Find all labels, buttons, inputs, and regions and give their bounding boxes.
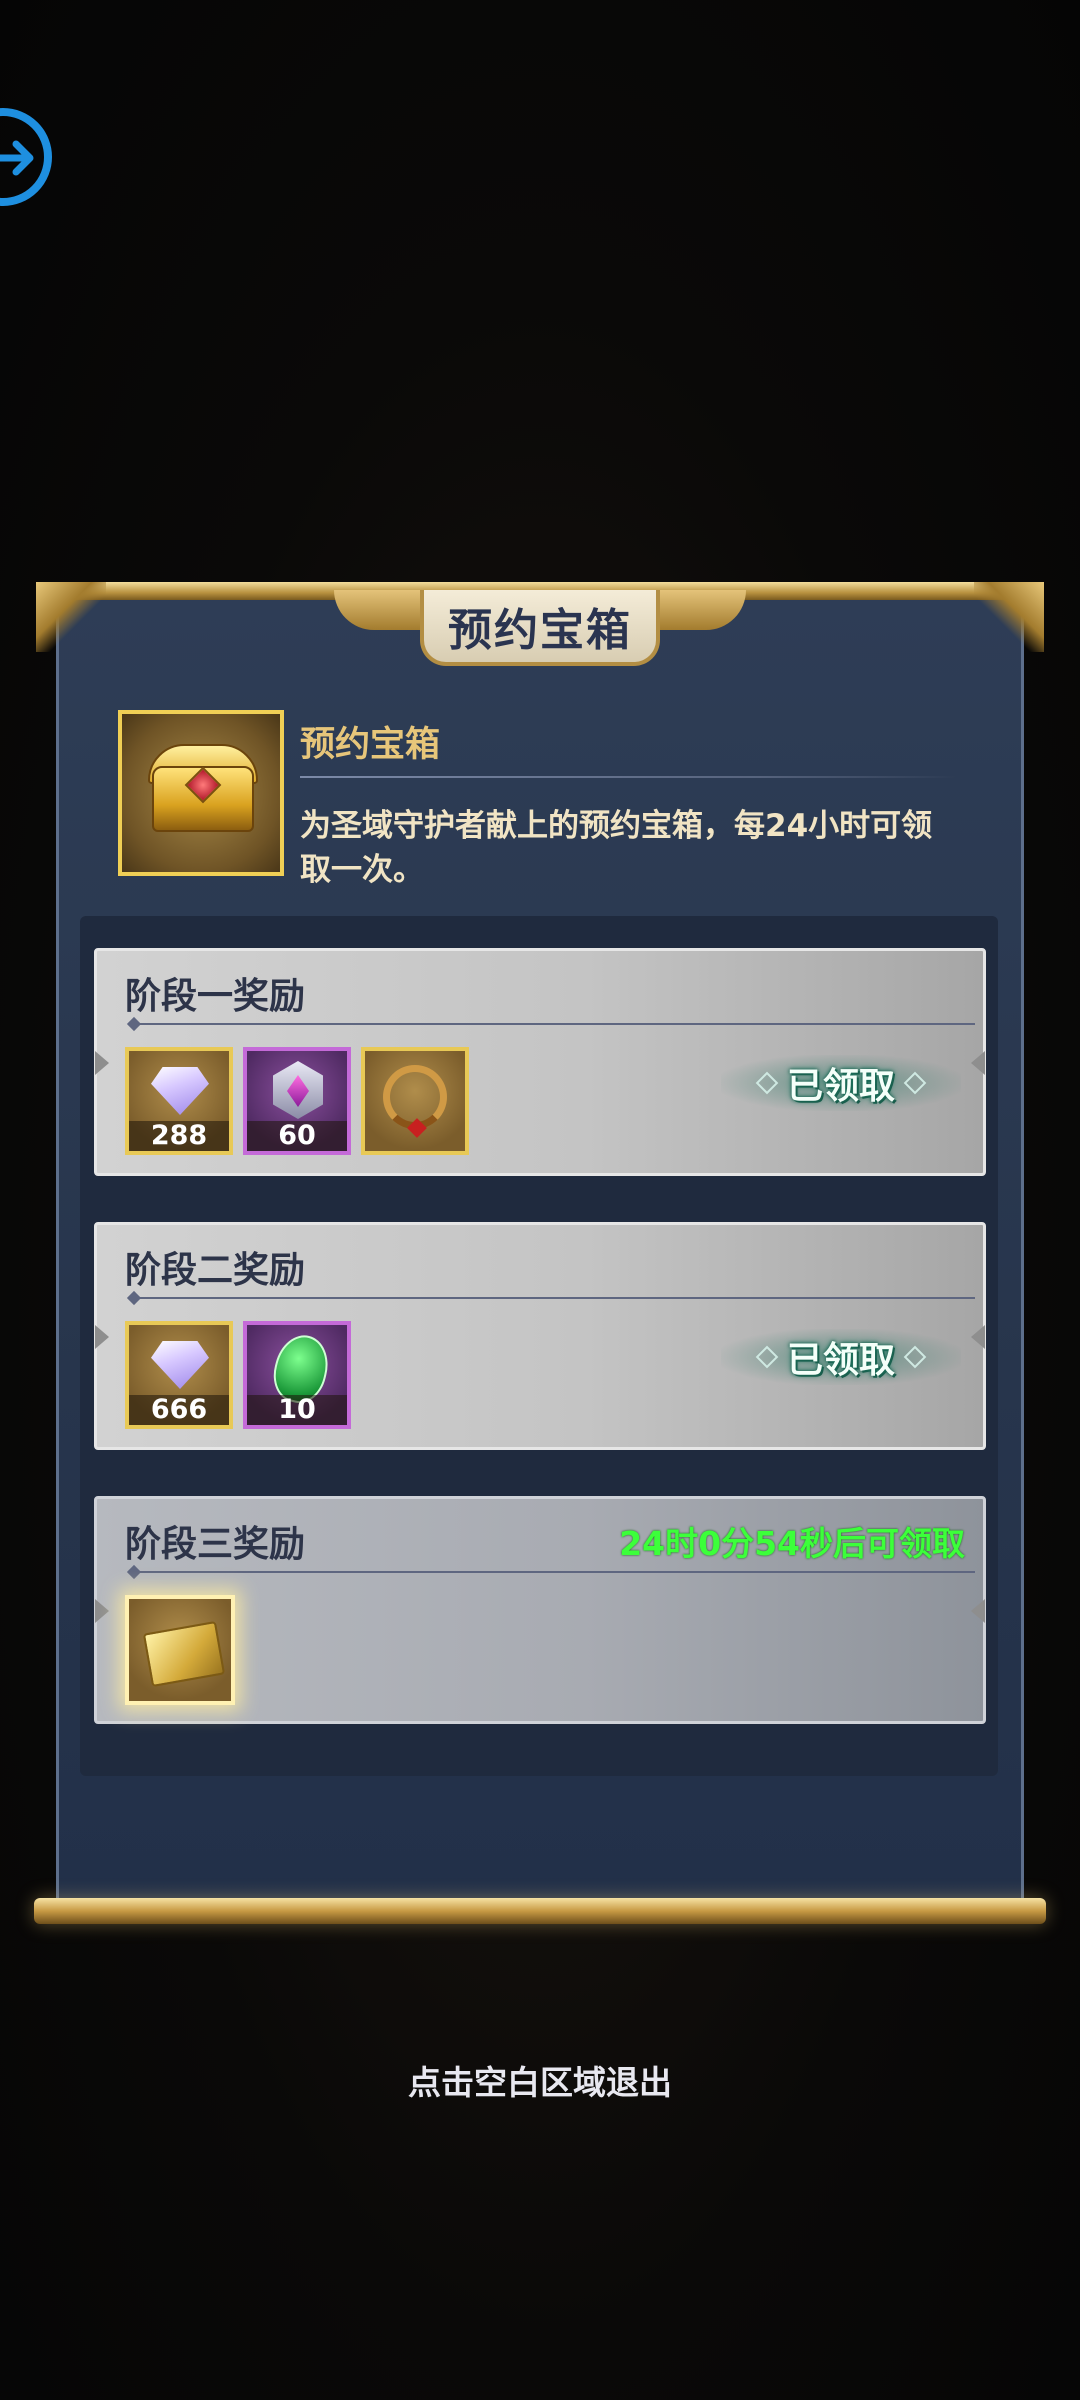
item-count: 666 [129,1395,229,1425]
diamond-icon [151,1341,209,1389]
exit-hint[interactable]: 点击空白区域退出 [0,2056,1080,2104]
dialog-corner-ornament [36,582,106,652]
stage-card: 阶段三奖励 24时0分54秒后可领取 [94,1496,986,1724]
reward-item-ticket[interactable] [125,1595,235,1705]
chevron-right-icon [971,1599,985,1623]
reward-item-diamond[interactable]: 288 [125,1047,233,1155]
countdown-timer: 24时0分54秒后可领取 [619,1524,965,1563]
chevron-left-icon [95,1051,109,1075]
claimed-status: 已领取 [721,1055,961,1111]
stage-card: 阶段一奖励 288 60 已领取 [94,948,986,1176]
dialog-bottom-border [34,1898,1046,1924]
chevron-right-icon [971,1051,985,1075]
chevron-left-icon [95,1325,109,1349]
gold-ticket-icon [142,1620,226,1688]
dialog-corner-ornament [974,582,1044,652]
exit-arrow-icon[interactable] [0,108,52,206]
claimed-status: 已领取 [721,1329,961,1385]
item-count: 288 [129,1121,229,1151]
diamond-icon [151,1067,209,1115]
title-plate: 预约宝箱 [420,590,660,666]
stage-title: 阶段二奖励 [125,1250,306,1291]
chest-icon [118,710,284,876]
chest-description: 为圣域守护者献上的预约宝箱，每24小时可领取一次。 [300,808,933,888]
divider [129,1023,975,1025]
divider [300,776,956,778]
chevron-right-icon [971,1325,985,1349]
reward-item-diamond[interactable]: 666 [125,1321,233,1429]
reward-item-rune[interactable]: 10 [243,1321,351,1429]
divider [129,1571,975,1573]
stage-title: 阶段一奖励 [125,976,306,1017]
reward-item-gem[interactable]: 60 [243,1047,351,1155]
stage-title: 阶段三奖励 [125,1524,306,1565]
reward-item-ring[interactable] [361,1047,469,1155]
stage-card: 阶段二奖励 666 10 已领取 [94,1222,986,1450]
dialog-title: 预约宝箱 [448,605,632,656]
claimed-label: 已领取 [786,1066,895,1107]
chevron-left-icon [95,1599,109,1623]
item-count: 60 [247,1121,347,1151]
claimed-label: 已领取 [786,1340,895,1381]
divider [129,1297,975,1299]
chest-name: 预约宝箱 [300,725,441,765]
item-count: 10 [247,1395,347,1425]
